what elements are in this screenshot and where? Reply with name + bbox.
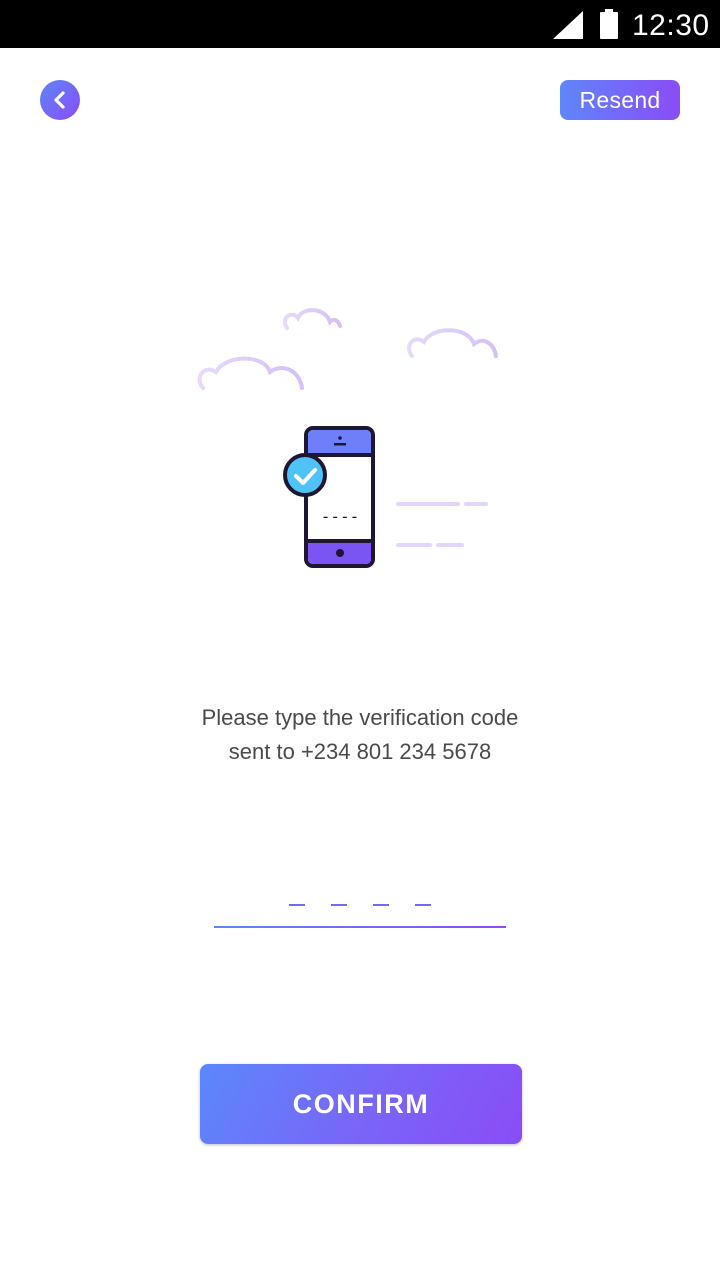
back-button[interactable]: [40, 80, 80, 120]
message-line-2: sent to +234 801 234 5678: [228, 739, 492, 764]
resend-button[interactable]: Resend: [560, 80, 680, 120]
cloud-icon: [280, 308, 354, 330]
cloud-icon: [406, 328, 522, 359]
phone-verified-illustration: ----: [196, 308, 522, 568]
message-line-1: Please type the verification code: [201, 705, 519, 730]
phone-icon: ----: [304, 426, 375, 568]
svg-text:----: ----: [321, 507, 360, 526]
cloud-icon: [196, 356, 344, 391]
status-bar: 12:30: [0, 0, 720, 48]
verification-code-input[interactable]: [214, 880, 506, 928]
battery-icon: [600, 9, 618, 39]
signal-icon: [553, 11, 583, 39]
verification-message: Please type the verification code sent t…: [100, 701, 620, 769]
confirm-button[interactable]: CONFIRM: [200, 1064, 522, 1144]
verification-screen: 12:30 Resend ---- Please type the verifi…: [0, 0, 720, 1280]
status-time: 12:30: [632, 9, 710, 42]
check-badge-icon: [283, 453, 327, 497]
chevron-left-icon: [54, 91, 65, 109]
